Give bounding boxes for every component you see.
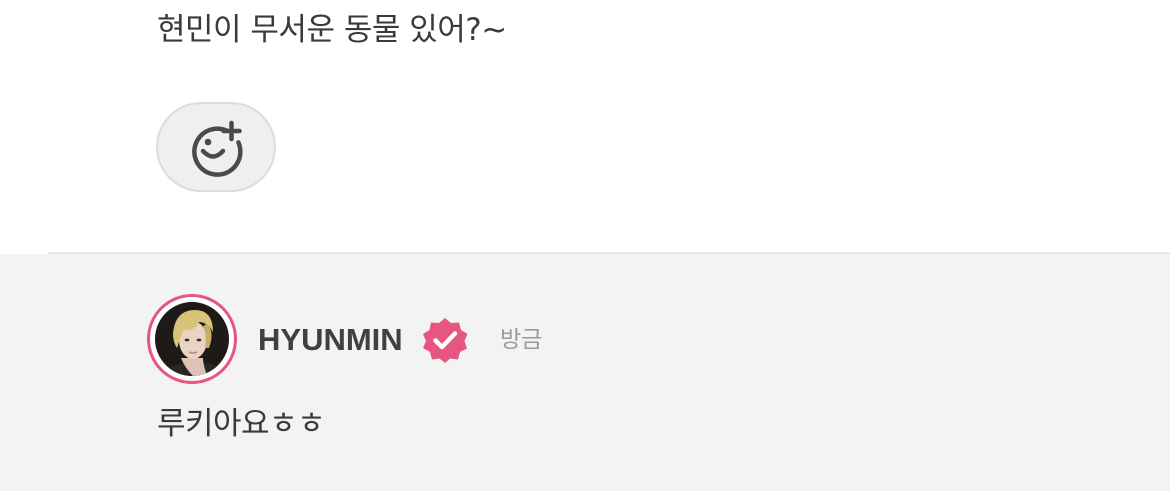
post-text: 현민이 무서운 동물 있어?~ xyxy=(157,12,507,48)
comment-timestamp: 방금 xyxy=(500,327,543,353)
avatar-image xyxy=(155,302,229,376)
comment-text: 루키아요ㅎㅎ xyxy=(157,406,326,442)
verified-check-icon xyxy=(423,318,468,363)
comment-author[interactable]: HYUNMIN xyxy=(258,318,403,362)
avatar[interactable] xyxy=(147,294,237,384)
smiley-plus-icon xyxy=(192,120,243,177)
add-reaction-button[interactable] xyxy=(156,102,276,192)
post-section: 현민이 무서운 동물 있어?~ xyxy=(0,0,1170,252)
